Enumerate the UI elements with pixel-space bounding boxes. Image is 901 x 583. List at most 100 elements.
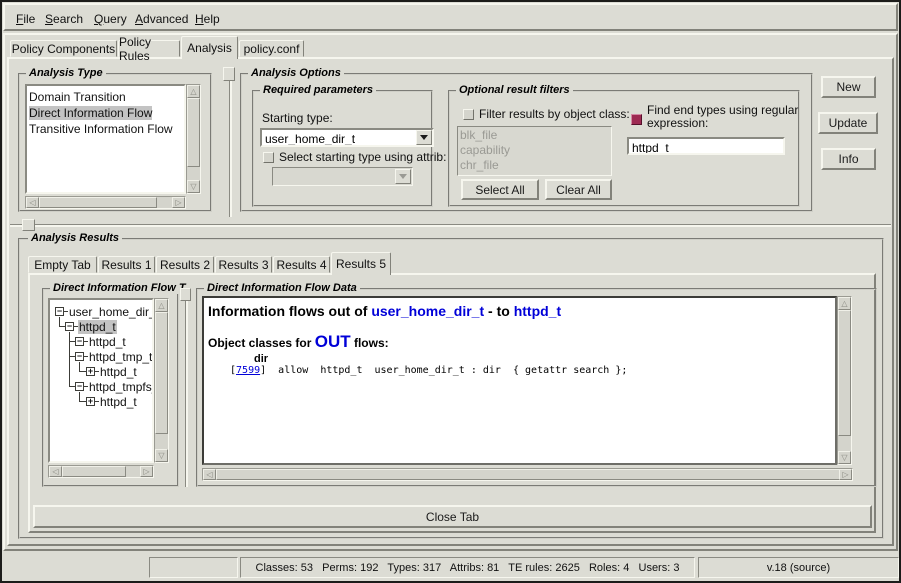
regex-input[interactable]: httpd_t: [627, 137, 785, 155]
starting-type-combobox[interactable]: user_home_dir_t: [260, 128, 434, 147]
scroll-down-icon[interactable]: ▽: [155, 449, 168, 462]
collapse-icon[interactable]: −: [75, 337, 84, 346]
required-parameters-panel: [252, 90, 433, 207]
tree-node-label: user_home_dir_t: [68, 305, 154, 319]
scrollbar-thumb[interactable]: [62, 466, 126, 477]
menu-search[interactable]: Search: [45, 12, 83, 26]
list-item[interactable]: Domain Transition: [27, 86, 184, 105]
tree-vscrollbar[interactable]: △ ▽: [154, 298, 169, 463]
update-button[interactable]: Update: [818, 112, 878, 134]
menu-bar: File Search Query Advanced Help: [3, 3, 898, 31]
scroll-right-icon[interactable]: ▷: [140, 466, 153, 477]
data-vscrollbar[interactable]: △ ▽: [837, 296, 852, 465]
flow-data-text[interactable]: Information flows out of user_home_dir_t…: [202, 296, 837, 465]
scrollbar-thumb[interactable]: [216, 469, 841, 480]
heading-middle: - to: [484, 303, 514, 319]
scroll-up-icon[interactable]: △: [187, 85, 200, 98]
collapse-icon[interactable]: −: [55, 307, 64, 316]
scroll-down-icon[interactable]: ▽: [187, 180, 200, 193]
tab-empty-tab[interactable]: Empty Tab: [28, 256, 97, 273]
object-class-filter-label: Filter results by object class:: [479, 107, 630, 121]
collapse-icon[interactable]: −: [65, 322, 74, 331]
tab-policy-rules[interactable]: Policy Rules: [118, 40, 180, 57]
scroll-right-icon[interactable]: ▷: [172, 197, 185, 208]
analysis-type-vscrollbar[interactable]: △ ▽: [186, 84, 201, 194]
tree-node-label: httpd_tmpfs_: [88, 380, 154, 394]
tab-results-5-label: Results 5: [336, 257, 386, 271]
regex-label-line1: Find end types using regular: [647, 103, 798, 117]
rule-number-link[interactable]: 7599: [236, 365, 260, 376]
scrollbar-thumb[interactable]: [155, 312, 168, 434]
scroll-left-icon[interactable]: ◁: [49, 466, 62, 477]
clear-all-label: Clear All: [556, 183, 601, 197]
expand-icon[interactable]: +: [86, 397, 95, 406]
list-item: chr_file: [458, 158, 611, 173]
tree-data-sash-handle[interactable]: [180, 288, 191, 301]
scrollbar-thumb[interactable]: [39, 197, 157, 208]
required-parameters-title: Required parameters: [260, 84, 376, 96]
analysis-type-listbox[interactable]: Domain Transition Direct Information Flo…: [25, 84, 186, 194]
scroll-up-icon[interactable]: △: [838, 297, 851, 310]
regex-label-line2: expression:: [647, 116, 708, 130]
list-item-label: Transitive Information Flow: [29, 122, 173, 136]
collapse-icon[interactable]: −: [75, 352, 84, 361]
attrib-dropdown-button: [395, 169, 411, 184]
new-button[interactable]: New: [821, 76, 876, 98]
tree-node[interactable]: −httpd_t: [75, 335, 127, 348]
tree-node[interactable]: −user_home_dir_t: [55, 305, 154, 318]
list-item[interactable]: Transitive Information Flow: [27, 121, 184, 137]
menu-file[interactable]: File: [16, 12, 35, 26]
tab-results-5[interactable]: Results 5: [331, 252, 391, 275]
menu-help[interactable]: Help: [195, 12, 220, 26]
select-all-label: Select All: [475, 183, 524, 197]
tree-data-sash-line: [185, 287, 188, 487]
tab-analysis[interactable]: Analysis: [181, 36, 238, 59]
tree-hscrollbar[interactable]: ◁ ▷: [48, 465, 154, 478]
tree-node[interactable]: +httpd_t: [86, 395, 138, 408]
scroll-left-icon[interactable]: ◁: [203, 469, 216, 480]
tab-policy-components[interactable]: Policy Components: [10, 40, 117, 57]
scrollbar-thumb[interactable]: [838, 310, 851, 436]
regex-checkbox[interactable]: [631, 114, 642, 125]
menu-query[interactable]: Query: [94, 12, 127, 26]
data-hscrollbar[interactable]: ◁ ▷: [202, 468, 853, 481]
collapse-icon[interactable]: −: [75, 382, 84, 391]
analysis-type-title: Analysis Type: [26, 67, 106, 79]
clear-all-button[interactable]: Clear All: [545, 179, 612, 200]
attrib-checkbox[interactable]: [263, 152, 274, 163]
scroll-left-icon[interactable]: ◁: [26, 197, 39, 208]
subheading-prefix: Object classes for: [208, 336, 315, 350]
menu-advanced[interactable]: Advanced: [135, 12, 188, 26]
tab-results-1-label: Results 1: [101, 258, 151, 272]
tab-policy-conf[interactable]: policy.conf: [239, 40, 304, 57]
results-sash-handle[interactable]: [22, 219, 35, 231]
tree-node[interactable]: −httpd_tmpfs_: [75, 380, 154, 393]
chevron-down-icon: [399, 174, 407, 179]
scroll-up-icon[interactable]: △: [155, 299, 168, 312]
list-item[interactable]: Direct Information Flow: [27, 105, 184, 121]
status-empty-segment: [149, 557, 238, 578]
info-button[interactable]: Info: [821, 148, 876, 170]
tab-results-3[interactable]: Results 3: [215, 256, 272, 273]
tab-results-4[interactable]: Results 4: [273, 256, 330, 273]
subheading-keyword: OUT: [315, 332, 351, 352]
scrollbar-thumb[interactable]: [187, 98, 200, 167]
scroll-down-icon[interactable]: ▽: [838, 451, 851, 464]
starting-type-dropdown-button[interactable]: [416, 130, 432, 145]
tab-results-1[interactable]: Results 1: [98, 256, 155, 273]
object-class-filter-checkbox[interactable]: [463, 109, 474, 120]
flow-heading: Information flows out of user_home_dir_t…: [208, 303, 561, 319]
close-tab-button[interactable]: Close Tab: [33, 505, 872, 528]
flow-subheading: Object classes for OUT flows:: [208, 332, 389, 352]
flow-tree[interactable]: −user_home_dir_t −httpd_t −httpd_t −http…: [48, 298, 154, 463]
tree-node[interactable]: −httpd_t: [65, 320, 117, 333]
pane-sash-handle[interactable]: [223, 67, 235, 81]
tab-results-2[interactable]: Results 2: [156, 256, 214, 273]
tree-node[interactable]: +httpd_t: [86, 365, 138, 378]
tree-node[interactable]: −httpd_tmp_t: [75, 350, 153, 363]
select-all-button[interactable]: Select All: [461, 179, 539, 200]
info-button-label: Info: [838, 152, 858, 166]
analysis-type-hscrollbar[interactable]: ◁ ▷: [25, 196, 186, 209]
scroll-right-icon[interactable]: ▷: [839, 469, 852, 480]
expand-icon[interactable]: +: [86, 367, 95, 376]
